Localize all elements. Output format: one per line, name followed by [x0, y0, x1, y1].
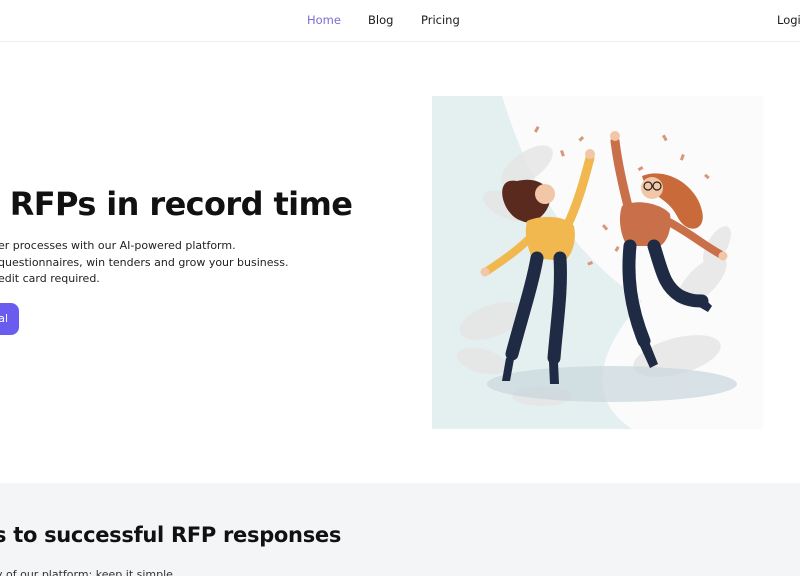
section-subtitle: y of our platform: keep it simple.: [0, 568, 177, 576]
hero-description-line-2: questionnaires, win tenders and grow you…: [0, 256, 289, 269]
nav-link-login[interactable]: Login: [777, 13, 800, 27]
top-navigation-bar: Home Blog Pricing Login: [0, 0, 800, 42]
hero-description-line-1: er processes with our AI-powered platfor…: [0, 239, 236, 252]
start-trial-button[interactable]: al: [0, 303, 19, 335]
features-section: s to successful RFP responses y of our p…: [0, 483, 800, 576]
nav-link-pricing[interactable]: Pricing: [421, 13, 460, 27]
hero-description-line-3: edit card required.: [0, 272, 100, 285]
nav-link-home[interactable]: Home: [307, 13, 341, 27]
celebration-illustration-icon: [432, 96, 763, 429]
section-title: s to successful RFP responses: [0, 523, 342, 547]
hero-title: r RFPs in record time: [0, 185, 353, 223]
nav-link-blog[interactable]: Blog: [368, 13, 393, 27]
page: Home Blog Pricing Login r RFPs in record…: [0, 0, 800, 576]
